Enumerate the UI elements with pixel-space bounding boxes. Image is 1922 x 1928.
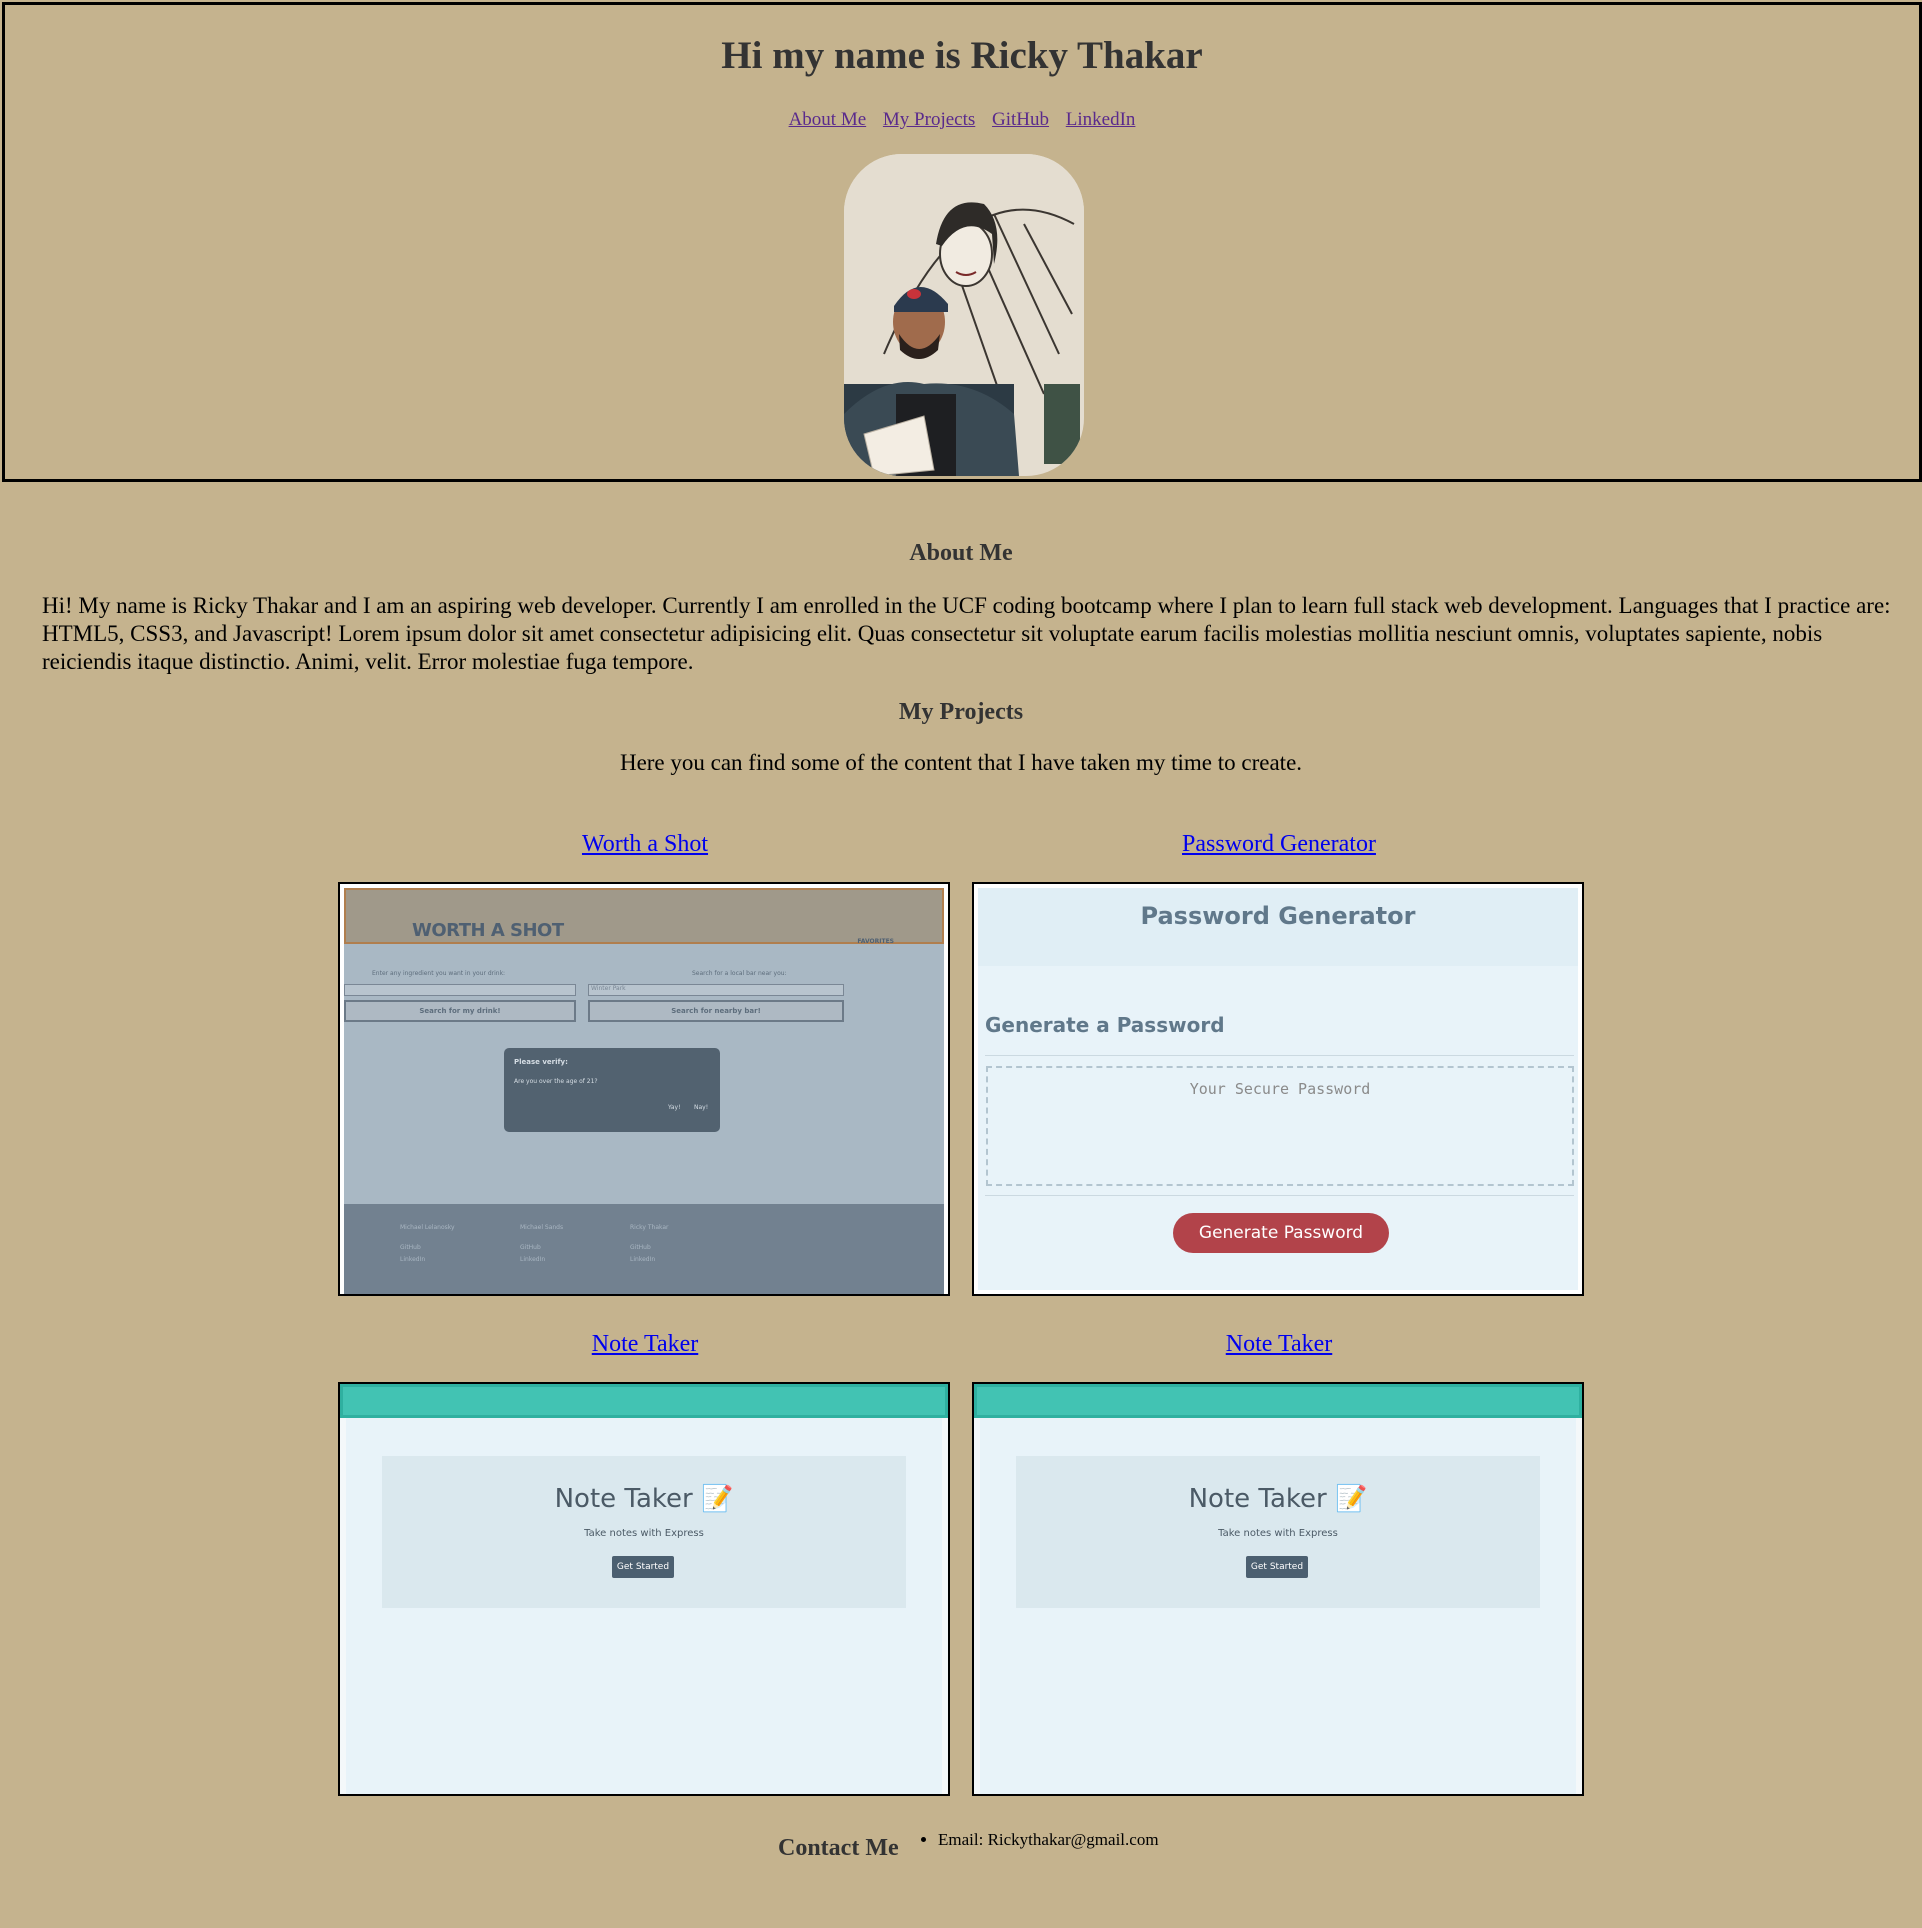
profile-photo-illustration [844,154,1084,476]
worth-a-shot-logo: WORTH A SHOT [412,920,564,941]
modal-text: Are you over the age of 21? [514,1078,598,1085]
divider [985,1195,1574,1196]
generate-password-button: Generate Password [1173,1213,1389,1253]
contact-email: Email: Rickythakar@gmail.com [938,1830,1159,1850]
project-screenshot-password-generator[interactable]: Password Generator Generate a Password Y… [972,882,1584,1296]
worth-a-shot-preview: WORTH A SHOT FAVORITES Enter any ingredi… [344,888,944,1294]
about-paragraph: Hi! My name is Ricky Thakar and I am an … [42,593,1891,674]
password-generator-preview: Password Generator Generate a Password Y… [978,888,1578,1290]
ingredient-input [344,984,576,996]
projects-heading: My Projects [898,699,1024,725]
bar-input: Winter Park [588,984,844,996]
project-screenshot-note-taker[interactable]: Note Taker 📝 Take notes with Express Get… [338,1382,950,1796]
note-taker-navbar [340,1384,948,1418]
bar-label: Search for a local bar near you: [692,970,787,977]
nav-linkedin[interactable]: LinkedIn [1066,109,1136,130]
contact-heading: Contact Me [778,1835,899,1861]
project-screenshot-worth-a-shot[interactable]: WORTH A SHOT FAVORITES Enter any ingredi… [338,882,950,1296]
ingredient-label: Enter any ingredient you want in your dr… [372,970,506,977]
team-member-linkedin: LinkedIn [400,1256,426,1263]
password-output: Your Secure Password [986,1066,1574,1186]
site-title: Hi my name is Ricky Thakar [721,34,1203,77]
note-taker-subtitle: Take notes with Express [584,1528,704,1539]
note-taker-title: Note Taker 📝 [554,1484,734,1514]
modal-title: Please verify: [514,1058,568,1066]
team-member-linkedin: LinkedIn [520,1256,546,1263]
get-started-button: Get Started [1246,1556,1308,1578]
note-taker-title: Note Taker 📝 [1188,1484,1368,1514]
divider [985,1055,1574,1056]
site-header: Hi my name is Ricky Thakar About Me My P… [2,2,1922,482]
note-taker-jumbotron: Note Taker 📝 Take notes with Express Get… [1016,1456,1540,1608]
team-member-name: Ricky Thakar [630,1224,669,1231]
worth-a-shot-header: WORTH A SHOT FAVORITES [344,888,944,945]
team-member-linkedin: LinkedIn [630,1256,656,1263]
about-heading: About Me [909,540,1013,566]
modal-yes: Yay! [668,1104,681,1111]
main-nav: About Me My Projects GitHub LinkedIn [5,109,1919,131]
team-member-name: Michael Lelanosky [400,1224,455,1231]
contact-list: Email: Rickythakar@gmail.com [920,1830,1159,1850]
team-member-github: GitHub [400,1244,421,1251]
note-taker-preview: Note Taker 📝 Take notes with Express Get… [340,1384,948,1794]
project-link-note-taker[interactable]: Note Taker [339,1331,951,1358]
project-link-password-generator[interactable]: Password Generator [973,831,1585,858]
search-bar-button: Search for nearby bar! [588,1000,844,1022]
note-taker-navbar [974,1384,1582,1418]
note-taker-subtitle: Take notes with Express [1218,1528,1338,1539]
get-started-button: Get Started [612,1556,674,1578]
team-member-github: GitHub [520,1244,541,1251]
age-verify-modal: Please verify: Are you over the age of 2… [504,1048,720,1132]
worth-a-shot-footer: Michael Lelanosky GitHub LinkedIn Michae… [344,1204,944,1294]
nav-my-projects[interactable]: My Projects [883,109,975,130]
project-link-note-taker-2[interactable]: Note Taker [973,1331,1585,1358]
note-taker-preview: Note Taker 📝 Take notes with Express Get… [974,1384,1582,1794]
nav-github[interactable]: GitHub [992,109,1049,130]
note-taker-jumbotron: Note Taker 📝 Take notes with Express Get… [382,1456,906,1608]
projects-intro: Here you can find some of the content th… [619,750,1303,775]
project-screenshot-note-taker-2[interactable]: Note Taker 📝 Take notes with Express Get… [972,1382,1584,1796]
project-link-worth-a-shot[interactable]: Worth a Shot [339,831,951,858]
password-generator-title: Password Generator [1140,902,1416,930]
nav-about-me[interactable]: About Me [789,109,867,130]
search-drink-button: Search for my drink! [344,1000,576,1022]
modal-no: Nay! [694,1104,709,1111]
password-generator-subtitle: Generate a Password [985,1013,1225,1037]
team-member-github: GitHub [630,1244,651,1251]
team-member-name: Michael Sands [520,1224,564,1231]
worth-a-shot-favorites: FAVORITES [857,938,894,945]
password-generator-header: Password Generator [978,888,1578,966]
profile-photo [844,154,1084,476]
